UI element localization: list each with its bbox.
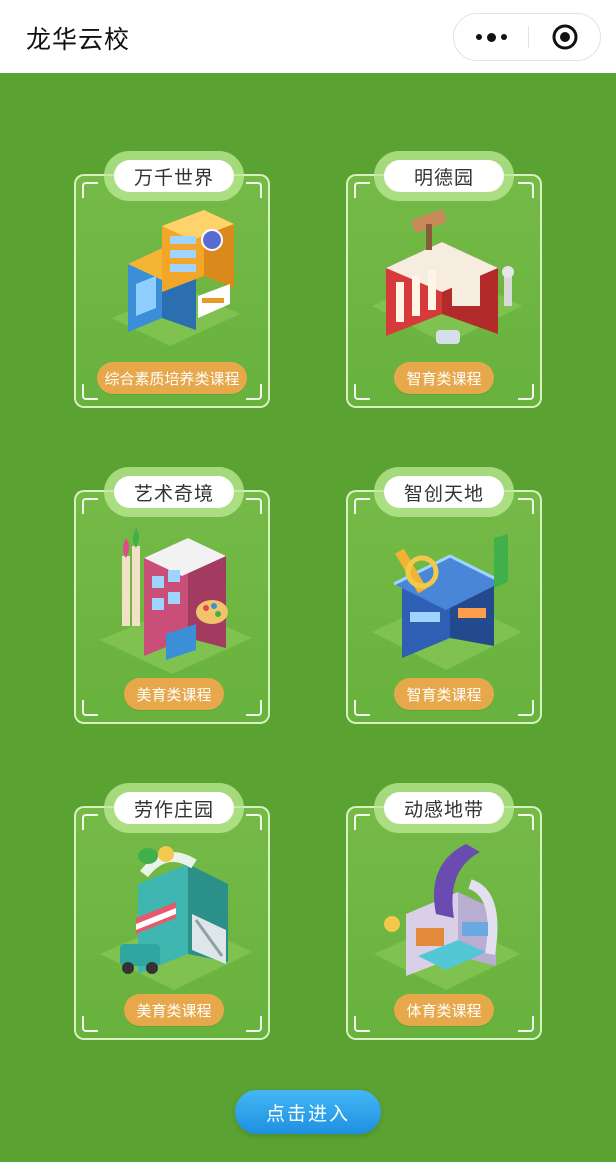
target-circle-icon[interactable] (528, 14, 602, 60)
module-title-pill[interactable]: 劳作庄园 (104, 783, 244, 833)
module-card-yishuqijing[interactable]: 美育类课程 (74, 490, 270, 724)
module-category-badge: 智育类课程 (394, 678, 494, 710)
module-card-mingdeyuan[interactable]: 智育类课程 (346, 174, 542, 408)
module-title: 智创天地 (384, 476, 504, 508)
module-category-badge: 智育类课程 (394, 362, 494, 394)
art-studio-illustration (100, 528, 252, 674)
module-title: 艺术奇境 (114, 476, 234, 508)
module-title: 劳作庄园 (114, 792, 234, 824)
module-card-wanqianshijie[interactable]: 综合素质培养类课程 (74, 174, 270, 408)
module-category-badge: 美育类课程 (124, 678, 224, 710)
module-category-badge: 美育类课程 (124, 994, 224, 1026)
module-title-pill[interactable]: 智创天地 (374, 467, 514, 517)
more-dots-icon[interactable] (454, 14, 528, 60)
module-category-badge: 体育类课程 (394, 994, 494, 1026)
module-title-pill[interactable]: 艺术奇境 (104, 467, 244, 517)
module-title-pill[interactable]: 动感地带 (374, 783, 514, 833)
module-title: 明德园 (384, 160, 504, 192)
module-card-zhichuangtiandi[interactable]: 智育类课程 (346, 490, 542, 724)
module-title-pill[interactable]: 明德园 (374, 151, 514, 201)
module-title-pill[interactable]: 万千世界 (104, 151, 244, 201)
museum-building-illustration (372, 209, 522, 344)
sports-park-illustration (374, 844, 520, 990)
school-building-illustration (112, 210, 240, 346)
module-card-dongganditai[interactable]: 体育类课程 (346, 806, 542, 1040)
enter-button[interactable]: 点击进入 (235, 1090, 381, 1134)
module-card-laozuozhuangyuan[interactable]: 美育类课程 (74, 806, 270, 1040)
module-title: 动感地带 (384, 792, 504, 824)
innovation-lab-illustration (372, 534, 522, 670)
top-navigation-bar: 龙华云校 (0, 0, 616, 73)
module-category-badge: 综合素质培养类课程 (97, 362, 247, 394)
workshop-illustration (100, 846, 252, 990)
miniapp-capsule (453, 13, 601, 61)
app-title: 龙华云校 (26, 25, 131, 54)
module-title: 万千世界 (114, 160, 234, 192)
